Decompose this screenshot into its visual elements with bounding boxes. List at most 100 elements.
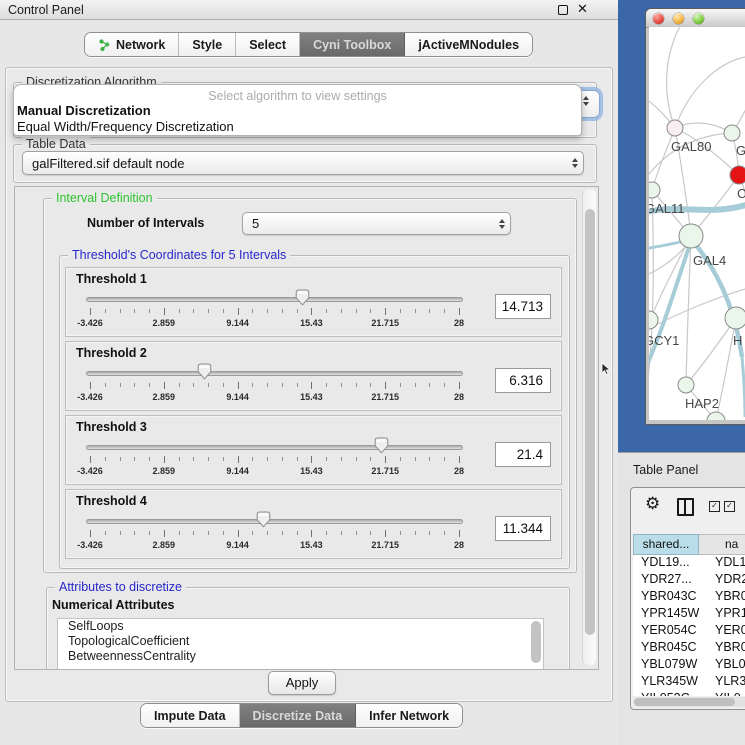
panel-scrollbar[interactable]	[582, 189, 596, 665]
network-canvas[interactable]: GAL80GACGAL11GAL4GCY1HHAP2	[649, 27, 745, 420]
close-icon[interactable]: ✕	[577, 1, 588, 17]
tab-impute-data[interactable]: Impute Data	[141, 704, 240, 727]
table-row[interactable]: YDL19...YDL1	[633, 555, 745, 572]
slider-track[interactable]	[86, 445, 463, 450]
numerical-attributes-list: SelfLoopsTopologicalCoefficientBetweenne…	[57, 618, 544, 670]
checkbox-icon[interactable]: ✓	[724, 501, 735, 512]
tick-label: 9.144	[226, 540, 249, 550]
mouse-cursor	[601, 362, 612, 376]
tick-mark	[311, 382, 312, 389]
node-label-red: C	[737, 186, 745, 201]
slider-handle[interactable]	[295, 289, 310, 306]
number-of-intervals-label: Number of Intervals	[87, 216, 204, 230]
network-node-gal80[interactable]	[667, 120, 683, 136]
tick-mark	[238, 308, 239, 315]
network-node-gal4[interactable]	[679, 224, 703, 248]
table-row[interactable]: YER054CYER0	[633, 623, 745, 640]
tab-jactivemnodules[interactable]: jActiveMNodules	[405, 33, 532, 56]
network-node-h[interactable]	[725, 307, 745, 329]
column-header-shared-name[interactable]: shared...	[633, 534, 699, 555]
table-row[interactable]: YLR345WYLR3	[633, 674, 745, 691]
tick-mark	[282, 531, 283, 535]
network-node-ga[interactable]	[724, 125, 740, 141]
algorithm-option-equal-width-frequency-discretization[interactable]: Equal Width/Frequency Discretization	[14, 119, 581, 135]
network-node-gcy1[interactable]	[649, 311, 658, 329]
network-edge[interactable]	[686, 318, 736, 385]
tick-mark	[282, 457, 283, 461]
network-graph: GAL80GACGAL11GAL4GCY1HHAP2	[649, 27, 745, 420]
tick-mark	[208, 309, 209, 313]
table-row[interactable]: YBL079WYBL0	[633, 657, 745, 674]
node-label-gal11: GAL11	[649, 201, 685, 216]
threshold-title: Threshold 4	[76, 494, 551, 508]
table-header: shared... na	[633, 534, 745, 555]
tab-cyni-toolbox[interactable]: Cyni Toolbox	[300, 33, 405, 56]
slider-handle[interactable]	[374, 437, 389, 454]
table-row[interactable]: YPR145WYPR1	[633, 606, 745, 623]
horizontal-scrollbar[interactable]	[633, 697, 745, 707]
tab-select[interactable]: Select	[236, 33, 300, 56]
tick-mark	[164, 530, 165, 537]
slider-handle[interactable]	[197, 363, 212, 380]
columns-icon[interactable]	[677, 498, 694, 516]
cell-name: YER0	[713, 623, 745, 640]
tab-label: jActiveMNodules	[418, 38, 519, 52]
table-data-combobox[interactable]: galFiltered.sif default node	[22, 151, 584, 175]
list-item-betweennesscentrality[interactable]: BetweennessCentrality	[58, 649, 543, 664]
zoom-traffic-light[interactable]	[693, 13, 704, 24]
checkbox-icon[interactable]: ✓	[709, 501, 720, 512]
thresholds-group-label: Threshold's Coordinates for 5 Intervals	[68, 248, 290, 262]
threshold-value-field[interactable]: 11.344	[495, 516, 551, 541]
close-traffic-light[interactable]	[653, 13, 664, 24]
algorithm-placeholder[interactable]: Select algorithm to view settings	[14, 89, 581, 103]
settings-scroll-panel: Interval Definition Number of Intervals …	[14, 186, 599, 670]
slider-track[interactable]	[86, 297, 463, 302]
tab-discretize-data[interactable]: Discretize Data	[240, 704, 357, 727]
thresholds-group: Threshold's Coordinates for 5 Intervals …	[59, 255, 570, 569]
tab-style[interactable]: Style	[179, 33, 236, 56]
combo-spinner-icon	[567, 157, 583, 169]
table-row[interactable]: YBR043CYBR0	[633, 589, 745, 606]
slider-track[interactable]	[86, 519, 463, 524]
network-window-titlebar[interactable]	[646, 9, 745, 28]
network-edge[interactable]	[675, 123, 732, 133]
tick-mark	[149, 457, 150, 461]
threshold-value-field[interactable]: 6.316	[495, 368, 551, 393]
control-panel-titlebar: Control Panel	[0, 0, 620, 20]
network-edge[interactable]	[649, 195, 653, 417]
table-row[interactable]: YBR045CYBR0	[633, 640, 745, 657]
network-node-hap2[interactable]	[678, 377, 694, 393]
table-row[interactable]: YIL052CYIL0	[633, 691, 745, 696]
network-node-red[interactable]	[730, 166, 745, 184]
column-header-name[interactable]: na	[699, 534, 745, 555]
apply-button[interactable]: Apply	[268, 671, 336, 695]
scrollbar-thumb[interactable]	[585, 209, 595, 635]
attributes-group-label: Attributes to discretize	[55, 580, 186, 594]
float-window-icon[interactable]	[558, 5, 568, 15]
list-item-selfloops[interactable]: SelfLoops	[58, 619, 543, 634]
tick-mark	[149, 531, 150, 535]
slider-track[interactable]	[86, 371, 463, 376]
slider-handle[interactable]	[256, 511, 271, 528]
tab-network[interactable]: Network	[85, 33, 179, 56]
scrollbar-thumb[interactable]	[634, 698, 735, 706]
list-item-topologicalcoefficient[interactable]: TopologicalCoefficient	[58, 634, 543, 649]
network-edge[interactable]	[667, 27, 683, 128]
network-edge[interactable]	[649, 241, 691, 369]
tick-mark	[341, 531, 342, 535]
algorithm-option-manual-discretization[interactable]: Manual Discretization	[14, 103, 581, 119]
gear-icon[interactable]: ⚙	[645, 494, 660, 514]
number-of-intervals-combobox[interactable]: 5	[242, 212, 511, 235]
network-edge[interactable]	[675, 57, 745, 128]
network-node-gal11[interactable]	[649, 182, 660, 198]
numerical-attributes-label: Numerical Attributes	[52, 598, 174, 612]
threshold-value-field[interactable]: 21.4	[495, 442, 551, 467]
table-row[interactable]: YDR27...YDR2	[633, 572, 745, 589]
minimize-traffic-light[interactable]	[673, 13, 684, 24]
cell-shared-name: YBR043C	[633, 589, 713, 606]
threshold-value-field[interactable]: 14.713	[495, 294, 551, 319]
list-scrollbar[interactable]	[531, 621, 541, 663]
tick-mark	[105, 457, 106, 461]
tab-infer-network[interactable]: Infer Network	[356, 704, 462, 727]
node-label-gal4: GAL4	[693, 253, 726, 268]
